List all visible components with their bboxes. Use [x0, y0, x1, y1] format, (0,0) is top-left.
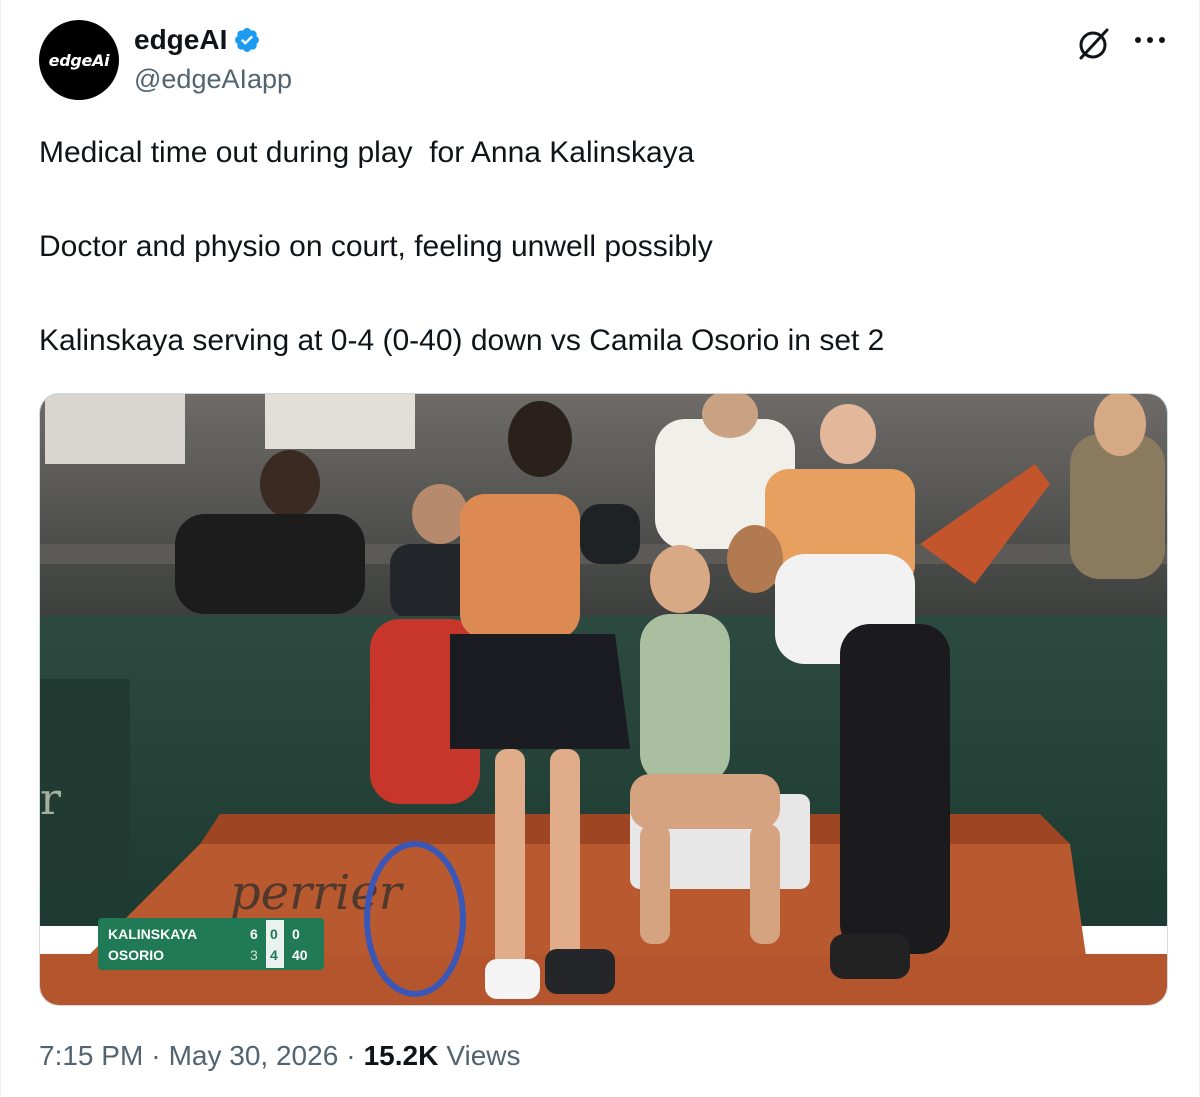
- svg-text:r: r: [40, 774, 62, 825]
- tweet-date[interactable]: May 30, 2026: [169, 1040, 339, 1072]
- tweet-card: edgeAi edgeAI @edgeAIapp Medical time ou…: [0, 0, 1200, 1097]
- tweet-media-image[interactable]: r perrier KALINSKAYA OSORIO 6 3 0 4 0 40: [39, 393, 1168, 1006]
- scoreboard-set2-p2: 4: [270, 947, 278, 963]
- views-label: Views: [446, 1040, 521, 1071]
- tweet-line: Kalinskaya serving at 0-4 (0-40) down vs…: [39, 324, 885, 357]
- author-name-row: edgeAI: [134, 24, 261, 56]
- scoreboard-player-1: KALINSKAYA: [108, 926, 197, 942]
- tweet-line: Doctor and physio on court, feeling unwe…: [39, 230, 713, 263]
- more-icon[interactable]: [1129, 24, 1171, 60]
- scoreboard: KALINSKAYA OSORIO 6 3 0 4 0 40: [98, 918, 324, 970]
- tennis-court-scene: r perrier KALINSKAYA OSORIO 6 3 0 4 0 40: [40, 394, 1167, 1005]
- meta-separator: ·: [151, 1040, 161, 1071]
- tweet-text: Medical time out during play for Anna Ka…: [39, 130, 1159, 364]
- views-count[interactable]: 15.2K: [364, 1040, 439, 1072]
- verified-badge-icon[interactable]: [233, 26, 261, 54]
- scoreboard-player-2: OSORIO: [108, 947, 164, 963]
- scoreboard-set1-p2: 3: [250, 947, 258, 963]
- author-handle[interactable]: @edgeAIapp: [134, 64, 292, 95]
- meta-separator: ·: [346, 1040, 356, 1071]
- avatar-logo-text: edgeAi: [48, 50, 110, 70]
- scoreboard-set1-p1: 6: [250, 926, 258, 942]
- tweet-line: Medical time out during play for Anna Ka…: [39, 136, 695, 169]
- grok-icon[interactable]: [1073, 24, 1113, 64]
- tweet-time[interactable]: 7:15 PM: [39, 1040, 143, 1072]
- scoreboard-game-p1: 0: [292, 926, 300, 942]
- scoreboard-game-p2: 40: [292, 947, 308, 963]
- tweet-meta: 7:15 PM · May 30, 2026 · 15.2K Views: [39, 1040, 521, 1072]
- author-display-name[interactable]: edgeAI: [134, 24, 227, 56]
- scoreboard-set2-p1: 0: [270, 926, 278, 942]
- author-avatar[interactable]: edgeAi: [39, 20, 119, 100]
